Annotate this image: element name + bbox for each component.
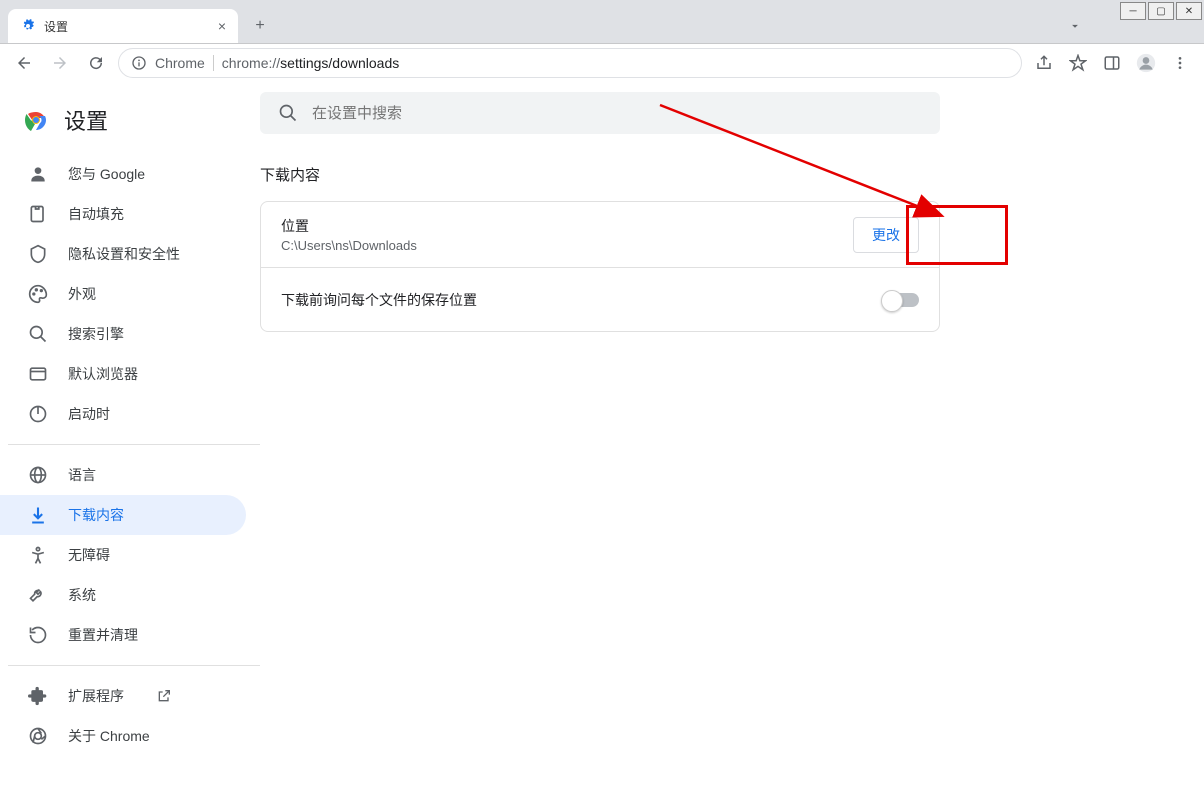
shield-icon [28, 244, 48, 264]
search-input[interactable] [312, 105, 922, 122]
page-title: 设置 [64, 104, 108, 136]
sidebar-item-autofill[interactable]: 自动填充 [0, 194, 246, 234]
sidebar-item-label: 关于 Chrome [68, 726, 150, 746]
sidebar-item-you-and-google[interactable]: 您与 Google [0, 154, 246, 194]
person-icon [28, 164, 48, 184]
download-icon [28, 505, 48, 525]
sidebar-item-system[interactable]: 系统 [0, 575, 246, 615]
sidebar-item-label: 外观 [68, 284, 96, 304]
sidebar-item-accessibility[interactable]: 无障碍 [0, 535, 246, 575]
app-header: 设置 [0, 94, 260, 154]
ask-before-label: 下载前询问每个文件的保存位置 [281, 290, 883, 310]
sidebar-item-label: 语言 [68, 465, 96, 485]
chrome-logo-icon [24, 108, 48, 132]
sidebar-item-languages[interactable]: 语言 [0, 455, 246, 495]
palette-icon [28, 284, 48, 304]
sidebar-item-label: 下载内容 [68, 505, 124, 525]
chrome-outline-icon [28, 726, 48, 746]
url-path: settings/downloads [280, 55, 399, 71]
sidebar-item-privacy[interactable]: 隐私设置和安全性 [0, 234, 246, 274]
sidebar-divider [8, 444, 260, 445]
external-link-icon [156, 688, 172, 704]
sidebar-item-appearance[interactable]: 外观 [0, 274, 246, 314]
sidebar-item-label: 系统 [68, 585, 96, 605]
search-icon [278, 103, 298, 123]
url-host: chrome:// [222, 55, 280, 71]
tab-close-icon[interactable]: × [218, 18, 226, 34]
change-location-button[interactable]: 更改 [853, 217, 919, 253]
sidebar-item-label: 无障碍 [68, 545, 110, 565]
sidebar-item-about[interactable]: 关于 Chrome [0, 716, 246, 756]
maximize-button[interactable]: ▢ [1148, 2, 1174, 20]
extension-icon [28, 686, 48, 706]
tab-bar: 设置 × + [0, 0, 1204, 44]
minimize-button[interactable]: ─ [1120, 2, 1146, 20]
site-info-icon[interactable] [131, 55, 147, 71]
ask-before-toggle[interactable] [883, 293, 919, 307]
sidebar-item-label: 搜索引擎 [68, 324, 124, 344]
addressbar-actions [1030, 49, 1194, 77]
sidebar-item-extensions[interactable]: 扩展程序 [0, 676, 246, 716]
reload-button[interactable] [82, 49, 110, 77]
tab-list-dropdown[interactable] [1064, 15, 1086, 37]
ask-before-download-row: 下载前询问每个文件的保存位置 [261, 267, 939, 331]
share-icon[interactable] [1030, 49, 1058, 77]
window-controls: ─ ▢ ✕ [1118, 0, 1204, 22]
location-path: C:\Users\ns\Downloads [281, 238, 853, 253]
accessibility-icon [28, 545, 48, 565]
sidebar-divider [8, 665, 260, 666]
sidebar-item-label: 默认浏览器 [68, 364, 138, 384]
sidebar-item-downloads[interactable]: 下载内容 [0, 495, 246, 535]
power-icon [28, 404, 48, 424]
browser-icon [28, 364, 48, 384]
location-label: 位置 [281, 216, 853, 236]
search-icon [28, 324, 48, 344]
address-bar: Chrome chrome://settings/downloads [0, 44, 1204, 82]
forward-button[interactable] [46, 49, 74, 77]
profile-icon[interactable] [1132, 49, 1160, 77]
sidebar-item-label: 重置并清理 [68, 625, 138, 645]
url-prefix: Chrome [155, 55, 214, 71]
downloads-card: 位置 C:\Users\ns\Downloads 更改 下载前询问每个文件的保存… [260, 201, 940, 332]
tab-title: 设置 [44, 18, 68, 35]
side-panel-icon[interactable] [1098, 49, 1126, 77]
download-location-row: 位置 C:\Users\ns\Downloads 更改 [261, 202, 939, 267]
sidebar: 设置 您与 Google 自动填充 隐私设置和安全性 外观 搜索引擎 默认浏览器 [0, 82, 260, 790]
main-content: 下载内容 位置 C:\Users\ns\Downloads 更改 下载前询问每个… [260, 82, 1204, 790]
sidebar-item-label: 自动填充 [68, 204, 124, 224]
sidebar-item-default-browser[interactable]: 默认浏览器 [0, 354, 246, 394]
restore-icon [28, 625, 48, 645]
sidebar-item-startup[interactable]: 启动时 [0, 394, 246, 434]
globe-icon [28, 465, 48, 485]
url-input[interactable]: Chrome chrome://settings/downloads [118, 48, 1022, 78]
menu-icon[interactable] [1166, 49, 1194, 77]
back-button[interactable] [10, 49, 38, 77]
sidebar-item-label: 扩展程序 [68, 686, 124, 706]
section-title: 下载内容 [260, 164, 1204, 185]
content-area: 设置 您与 Google 自动填充 隐私设置和安全性 外观 搜索引擎 默认浏览器 [0, 82, 1204, 790]
new-tab-button[interactable]: + [246, 12, 274, 40]
sidebar-item-label: 隐私设置和安全性 [68, 244, 180, 264]
settings-gear-icon [20, 18, 36, 34]
sidebar-item-label: 您与 Google [68, 164, 145, 184]
settings-search[interactable] [260, 92, 940, 134]
sidebar-item-search-engine[interactable]: 搜索引擎 [0, 314, 246, 354]
bookmark-icon[interactable] [1064, 49, 1092, 77]
close-window-button[interactable]: ✕ [1176, 2, 1202, 20]
autofill-icon [28, 204, 48, 224]
wrench-icon [28, 585, 48, 605]
browser-tab-settings[interactable]: 设置 × [8, 9, 238, 43]
sidebar-item-reset[interactable]: 重置并清理 [0, 615, 246, 655]
sidebar-item-label: 启动时 [68, 404, 110, 424]
